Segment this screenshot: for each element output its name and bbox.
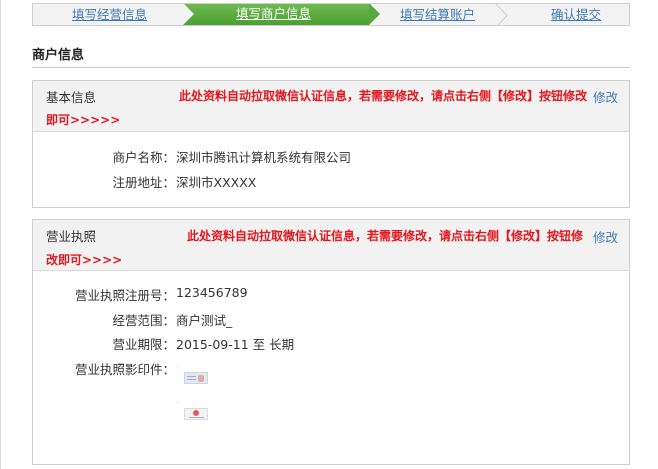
business-term-value: 2015-09-11 至 长期 — [176, 337, 295, 352]
step-fill-business-info[interactable]: 填写经营信息 — [72, 4, 147, 25]
register-address-label: 注册地址： — [112, 175, 175, 190]
step-fill-merchant-info[interactable]: 填写商户信息 — [236, 4, 311, 24]
license-scan-icon[interactable]: · — [176, 400, 210, 428]
step-confirm-submit[interactable]: 确认提交 — [551, 4, 601, 25]
business-license-header: 营业执照 此处资料自动拉取微信认证信息，若需要修改，请点击右侧【修改】按钮修 改… — [33, 220, 629, 271]
id-card-graphic — [184, 372, 208, 384]
step-progress-bar: 填写经营信息 填写商户信息 填写结算账户 确认提交 — [32, 3, 630, 26]
step-fill-merchant-info-active: 填写商户信息 — [183, 4, 380, 25]
business-scope-label: 经营范围： — [112, 313, 175, 328]
basic-info-header: 基本信息 此处资料自动拉取微信认证信息，若需要修改，请点击右侧【修改】按钮修改 … — [33, 81, 629, 132]
scan-caption-mark: · — [177, 364, 179, 371]
license-copy-label: 营业执照影印件： — [74, 362, 175, 377]
card-line — [187, 379, 196, 380]
basic-info-title: 基本信息 — [46, 90, 97, 105]
merchant-name-value: 深圳市腾讯计算机系统有限公司 — [176, 150, 352, 165]
merchant-name-label: 商户名称： — [112, 150, 175, 165]
page-left-border — [0, 0, 1, 469]
business-term-label: 营业期限： — [112, 337, 175, 352]
id-card-front-scan-icon[interactable]: · — [176, 364, 210, 392]
basic-info-panel: 基本信息 此处资料自动拉取微信认证信息，若需要修改，请点击右侧【修改】按钮修改 … — [32, 80, 630, 208]
card-photo — [198, 375, 204, 382]
business-license-title: 营业执照 — [46, 229, 97, 244]
step-separator-icon — [495, 4, 508, 25]
step-fill-settlement-account[interactable]: 填写结算账户 — [400, 4, 475, 25]
license-seal — [193, 410, 199, 416]
card-line — [189, 417, 204, 418]
register-address-value: 深圳市XXXXX — [176, 175, 257, 190]
business-license-panel: 营业执照 此处资料自动拉取微信认证信息，若需要修改，请点击右侧【修改】按钮修 改… — [32, 219, 630, 465]
business-license-edit-link[interactable]: 修改 — [593, 227, 618, 246]
scan-caption-mark: · — [177, 400, 179, 407]
basic-info-edit-link[interactable]: 修改 — [593, 87, 618, 106]
basic-info-notice-line1: 此处资料自动拉取微信认证信息，若需要修改，请点击右侧【修改】按钮修改 — [179, 89, 588, 103]
business-license-notice-line1: 此处资料自动拉取微信认证信息，若需要修改，请点击右侧【修改】按钮修 — [187, 229, 584, 243]
step-arrow-tip — [369, 4, 380, 25]
card-line — [187, 376, 196, 377]
license-graphic — [184, 408, 208, 420]
section-divider — [32, 67, 630, 68]
section-title: 商户信息 — [32, 48, 85, 63]
business-license-notice-line2: 改即可>>>> — [46, 253, 123, 267]
basic-info-notice-line2: 即可>>>>> — [46, 113, 121, 127]
business-scope-value: 商户测试_ — [176, 313, 233, 328]
license-number-value: 123456789 — [176, 285, 248, 300]
license-number-label: 营业执照注册号： — [74, 288, 175, 303]
step-arrow-notch — [183, 4, 194, 25]
